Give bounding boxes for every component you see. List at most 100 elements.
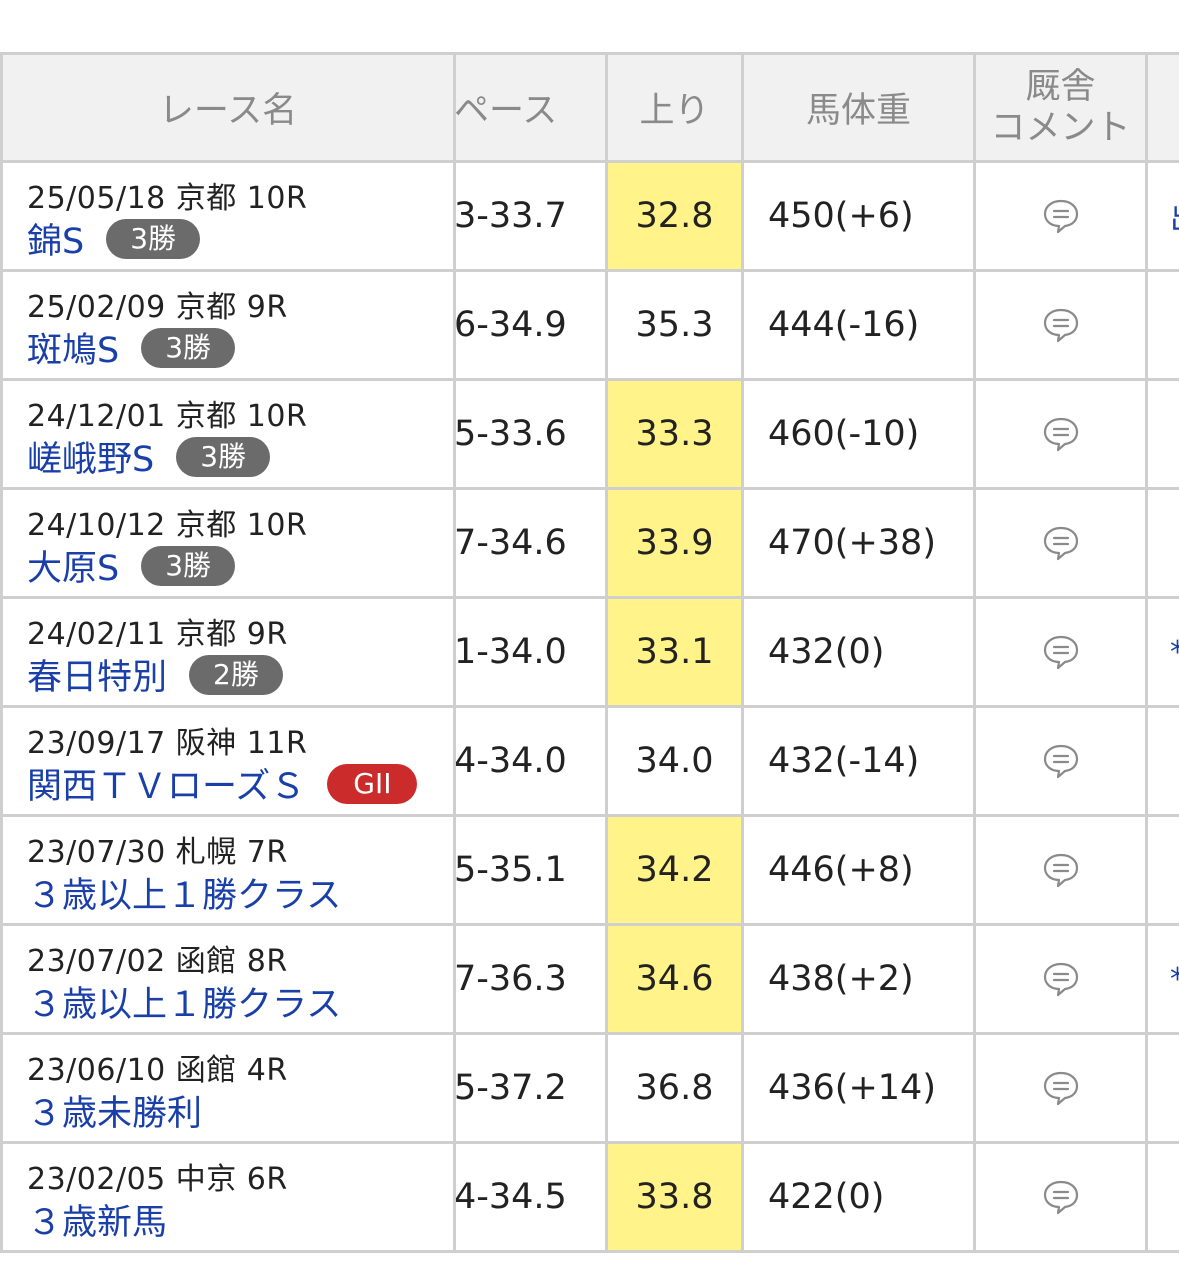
race-title: 斑鳩S 3勝 [27,322,236,373]
pace-cell: 7-34.6 [456,490,608,596]
race-name-cell: 25/02/09 京都 9R 斑鳩S 3勝 [0,272,456,378]
table-row[interactable]: 23/06/10 函館 4R ３歳未勝利 5-37.2 36.8 436(+14… [0,1035,1179,1144]
extra-cell [1148,817,1179,923]
pace-cell: 5-35.1 [456,817,608,923]
race-date-venue: 24/02/11 京都 9R [27,617,288,652]
stable-comment-cell [976,163,1148,269]
race-date-venue: 23/07/02 函館 8R [27,944,288,979]
race-title: ３歳新馬 [27,1194,167,1245]
stable-comment-cell [976,708,1148,814]
table-row[interactable]: 24/12/01 京都 10R 嵯峨野S 3勝 5-33.6 33.3 460(… [0,381,1179,490]
agari-cell: 34.6 [608,926,744,1032]
race-date-venue: 25/05/18 京都 10R [27,181,308,216]
horse-weight-cell: 422(0) [744,1144,976,1250]
extra-cell [1148,1035,1179,1141]
speech-bubble-icon[interactable] [1042,743,1080,779]
agari-cell: 32.8 [608,163,744,269]
pace-cell: 5-33.6 [456,381,608,487]
race-name-cell: 23/02/05 中京 6R ３歳新馬 [0,1144,456,1250]
stable-comment-cell [976,1144,1148,1250]
race-name-link[interactable]: ３歳新馬 [27,1194,167,1245]
horse-weight-cell: 460(-10) [744,381,976,487]
race-name-link[interactable]: ３歳以上１勝クラス [27,976,341,1027]
agari-cell: 34.2 [608,817,744,923]
race-name-cell: 23/09/17 阪神 11R 関西ＴＶローズＳ GII [0,708,456,814]
race-date-venue: 23/09/17 阪神 11R [27,726,308,761]
race-name-cell: 23/07/02 函館 8R ３歳以上１勝クラス [0,926,456,1032]
race-title: 錦S 3勝 [27,213,201,264]
speech-bubble-icon[interactable] [1042,1179,1080,1215]
race-date-venue: 23/07/30 札幌 7R [27,835,288,870]
race-results-table: レース名 ペース 上り 馬体重 厩舎 コメント 25/05/18 京都 10R 錦… [0,52,1179,1253]
speech-bubble-icon[interactable] [1042,198,1080,234]
header-race-name[interactable]: レース名 [0,55,456,160]
header-extra-column [1148,55,1179,160]
header-agari[interactable]: 上り [608,55,744,160]
table-row[interactable]: 23/07/02 函館 8R ３歳以上１勝クラス 7-36.3 34.6 438… [0,926,1179,1035]
table-row[interactable]: 23/07/30 札幌 7R ３歳以上１勝クラス 5-35.1 34.2 446… [0,817,1179,926]
extra-cell [1148,381,1179,487]
speech-bubble-icon[interactable] [1042,525,1080,561]
speech-bubble-icon[interactable] [1042,307,1080,343]
race-date-venue: 24/12/01 京都 10R [27,399,308,434]
stable-comment-cell [976,381,1148,487]
table-row[interactable]: 24/02/11 京都 9R 春日特別 2勝 1-34.0 33.1 432(0… [0,599,1179,708]
extra-cell: 出 [1148,163,1179,269]
agari-cell: 36.8 [608,1035,744,1141]
speech-bubble-icon[interactable] [1042,961,1080,997]
race-name-cell: 24/12/01 京都 10R 嵯峨野S 3勝 [0,381,456,487]
race-name-cell: 23/06/10 函館 4R ３歳未勝利 [0,1035,456,1141]
agari-cell: 33.3 [608,381,744,487]
horse-weight-cell: 450(+6) [744,163,976,269]
table-row[interactable]: 23/02/05 中京 6R ３歳新馬 4-34.5 33.8 422(0) [0,1144,1179,1253]
class-badge: 3勝 [141,327,236,368]
table-row[interactable]: 23/09/17 阪神 11R 関西ＴＶローズＳ GII 4-34.0 34.0… [0,708,1179,817]
race-name-link[interactable]: 大原S [27,540,119,591]
race-title: 春日特別 2勝 [27,649,283,700]
class-badge: 3勝 [106,218,201,259]
table-header: レース名 ペース 上り 馬体重 厩舎 コメント [0,55,1179,163]
race-name-cell: 23/07/30 札幌 7R ３歳以上１勝クラス [0,817,456,923]
race-title: 大原S 3勝 [27,540,236,591]
race-name-link[interactable]: 春日特別 [27,649,167,700]
race-title: ３歳以上１勝クラス [27,867,341,918]
race-name-link[interactable]: ３歳以上１勝クラス [27,867,341,918]
header-pace[interactable]: ペース [456,55,608,160]
race-name-cell: 25/05/18 京都 10R 錦S 3勝 [0,163,456,269]
table-row[interactable]: 25/05/18 京都 10R 錦S 3勝 3-33.7 32.8 450(+6… [0,163,1179,272]
pace-cell: 6-34.9 [456,272,608,378]
stable-comment-cell [976,599,1148,705]
race-title: 関西ＴＶローズＳ GII [27,758,418,809]
speech-bubble-icon[interactable] [1042,852,1080,888]
speech-bubble-icon[interactable] [1042,1070,1080,1106]
stable-comment-cell [976,817,1148,923]
class-badge: 3勝 [141,545,236,586]
race-date-venue: 23/06/10 函館 4R [27,1053,288,1088]
race-title: ３歳以上１勝クラス [27,976,341,1027]
race-name-link[interactable]: 斑鳩S [27,322,119,373]
horse-weight-cell: 470(+38) [744,490,976,596]
pace-cell: 5-37.2 [456,1035,608,1141]
table-row[interactable]: 24/10/12 京都 10R 大原S 3勝 7-34.6 33.9 470(+… [0,490,1179,599]
stable-comment-cell [976,1035,1148,1141]
pace-cell: 1-34.0 [456,599,608,705]
horse-weight-cell: 446(+8) [744,817,976,923]
horse-weight-cell: 432(0) [744,599,976,705]
header-stable-comment[interactable]: 厩舎 コメント [976,55,1148,160]
pace-cell: 4-34.0 [456,708,608,814]
speech-bubble-icon[interactable] [1042,416,1080,452]
header-weight[interactable]: 馬体重 [744,55,976,160]
speech-bubble-icon[interactable] [1042,634,1080,670]
race-title: 嵯峨野S 3勝 [27,431,271,482]
class-badge: 2勝 [189,654,283,695]
agari-cell: 35.3 [608,272,744,378]
race-name-link[interactable]: 関西ＴＶローズＳ [27,758,305,809]
class-badge: 3勝 [176,436,271,477]
pace-cell: 3-33.7 [456,163,608,269]
race-name-link[interactable]: ３歳未勝利 [27,1085,202,1136]
table-body: 25/05/18 京都 10R 錦S 3勝 3-33.7 32.8 450(+6… [0,163,1179,1253]
table-row[interactable]: 25/02/09 京都 9R 斑鳩S 3勝 6-34.9 35.3 444(-1… [0,272,1179,381]
race-name-link[interactable]: 錦S [27,213,84,264]
agari-cell: 34.0 [608,708,744,814]
race-name-link[interactable]: 嵯峨野S [27,431,154,482]
